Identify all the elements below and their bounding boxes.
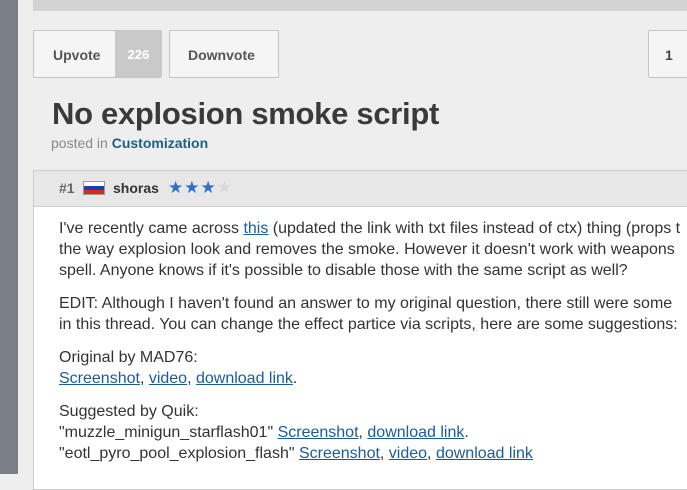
screenshot-link[interactable]: Screenshot [278,424,359,441]
paragraph: EDIT: Although I haven't found an answer… [59,293,687,335]
post-header: #1 shoras ★★★★ [34,171,687,207]
text: EDIT: Although I haven't found an answer… [59,295,673,312]
video-link[interactable]: video [149,370,187,387]
video-link[interactable]: video [389,445,427,462]
russia-flag-icon [83,181,105,195]
text: , [139,370,149,387]
paragraph: I've recently came across this (updated … [59,218,687,281]
download-link[interactable]: download link [196,370,293,387]
text: in this thread. You can change the effec… [59,316,678,333]
text: . [292,370,298,387]
text: Original by MAD76: [59,349,198,366]
upvote-count: 226 [115,31,162,77]
posted-in: posted in Customization [51,135,208,151]
text: . [464,424,469,441]
posted-in-label: posted in [51,135,108,151]
text: , [187,370,196,387]
left-edge-bar [0,0,18,474]
star-filled-icon: ★ [168,178,185,197]
rating-stars: ★★★★ [168,178,233,198]
star-empty-icon: ★ [216,178,233,197]
topic-title: No explosion smoke script [52,96,439,131]
post: #1 shoras ★★★★ I've recently came across… [33,170,687,490]
text: the way explosion look and removes the s… [59,241,675,258]
screenshot-link[interactable]: Screenshot [59,370,140,387]
star-filled-icon: ★ [184,178,201,197]
post-body: I've recently came across this (updated … [59,218,687,476]
text: spell. Anyone knows if it's possible to … [59,262,628,279]
page-number-button[interactable]: 1 [648,30,687,78]
download-link[interactable]: download link [367,424,464,441]
text: "eotl_pyro_pool_explosion_flash" [59,445,299,462]
text: , [379,445,389,462]
post-number[interactable]: #1 [59,180,75,196]
downvote-label: Downvote [188,47,255,63]
text: Suggested by Quik: [59,403,199,420]
upvote-label: Upvote [53,47,101,63]
star-filled-icon: ★ [200,178,217,197]
upvote-button[interactable]: Upvote 226 [33,30,162,78]
screenshot-link[interactable]: Screenshot [299,445,380,462]
this-link[interactable]: this [243,220,268,237]
category-link[interactable]: Customization [112,135,208,151]
text: "muzzle_minigun_starflash01" [59,424,278,441]
text: , [427,445,436,462]
text: (updated the link with txt files instead… [268,220,681,237]
top-bar [33,0,687,11]
paragraph: Original by MAD76: Screenshot, video, do… [59,347,687,389]
author-name[interactable]: shoras [113,180,159,196]
text: I've recently came across [59,220,244,237]
paragraph: Suggested by Quik: "muzzle_minigun_starf… [59,401,687,464]
page-number: 1 [665,47,673,63]
download-link[interactable]: download link [436,445,533,462]
downvote-button[interactable]: Downvote [169,30,279,78]
